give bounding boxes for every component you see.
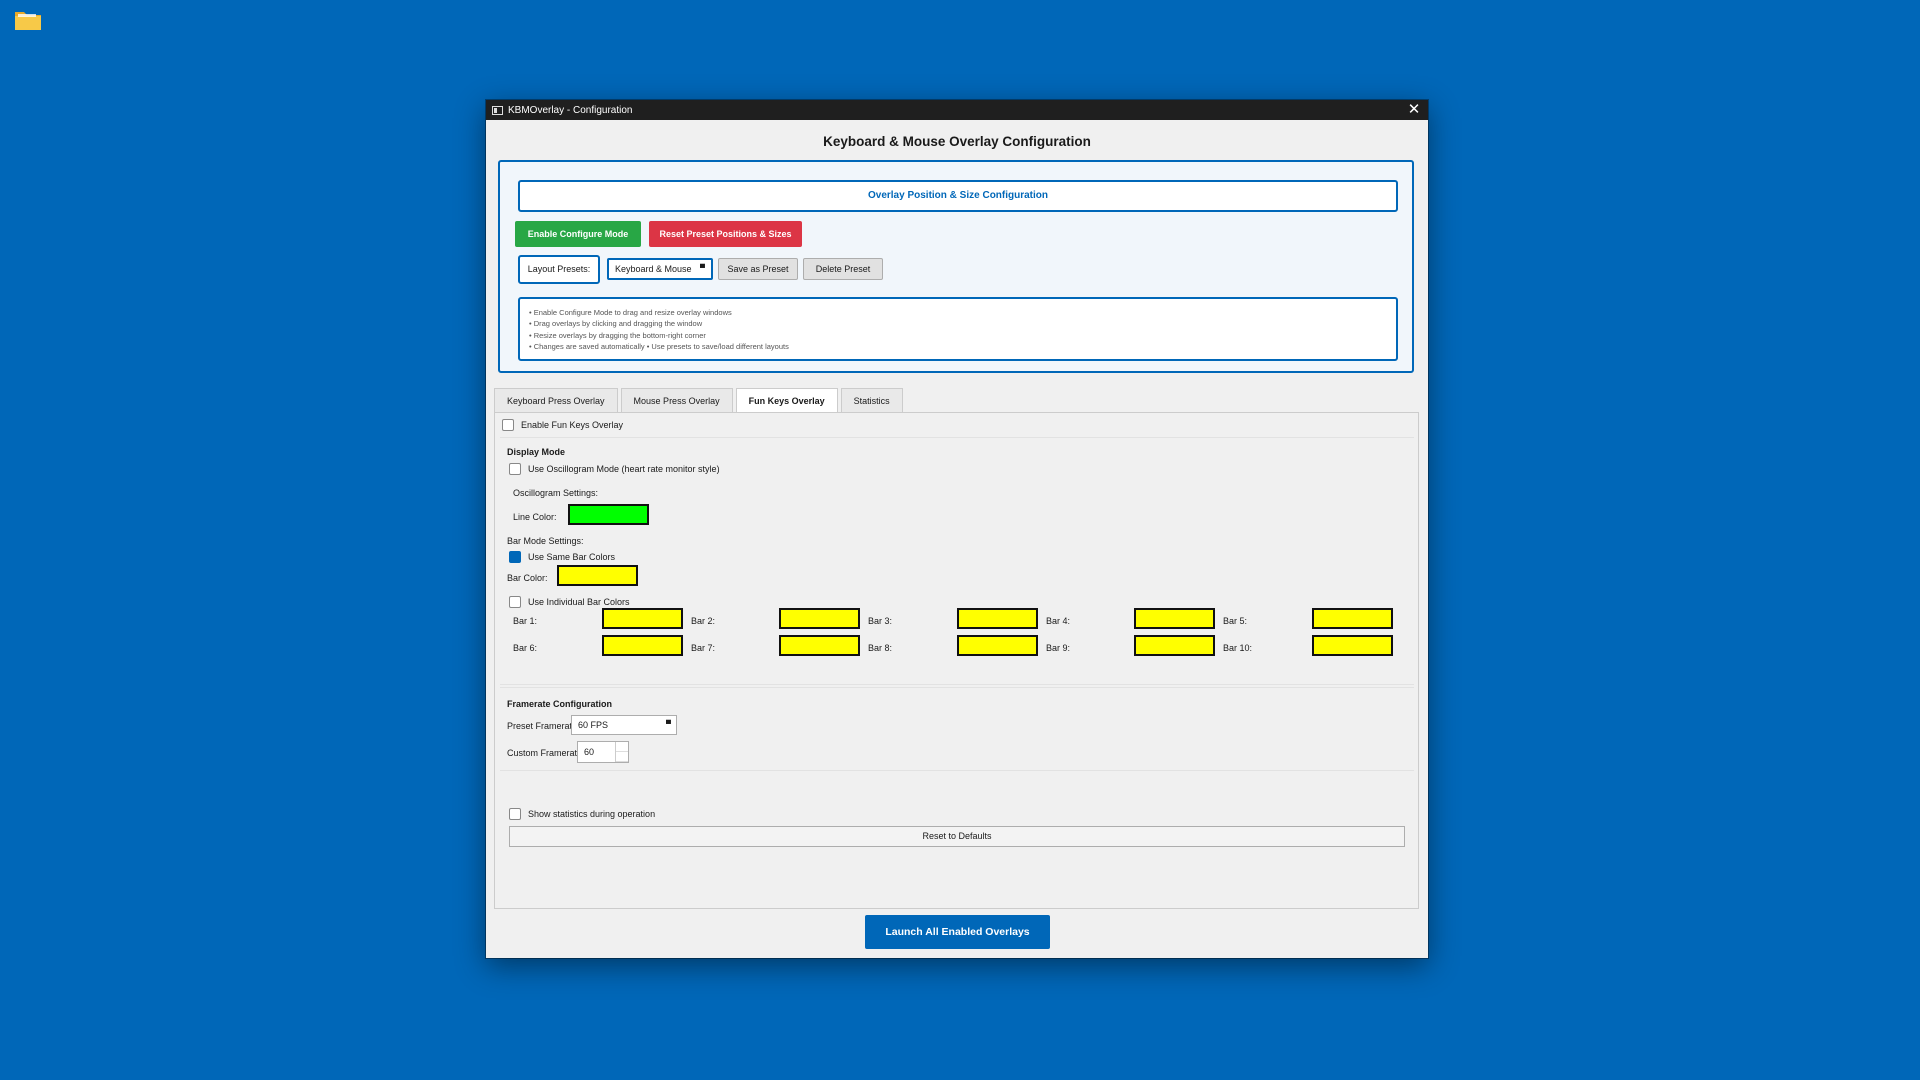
page-title: Keyboard & Mouse Overlay Configuration [823,134,1091,149]
bar-7-label: Bar 7: [691,643,716,653]
app-icon [492,105,503,115]
window-title: KBMOverlay - Configuration [508,104,633,116]
display-mode-section: Display Mode Use Oscillogram Mode (heart… [500,437,1414,685]
delete-preset-button[interactable]: Delete Preset [803,258,883,280]
tab-mouse-press-overlay[interactable]: Mouse Press Overlay [620,388,733,412]
same-bar-colors-checkbox[interactable] [509,551,521,563]
custom-framerate-label: Custom Framerate: [507,748,585,758]
bar-1-label: Bar 1: [513,616,538,626]
tab-fun-keys-overlay[interactable]: Fun Keys Overlay [735,388,838,413]
tab-keyboard-press-overlay[interactable]: Keyboard Press Overlay [494,388,618,412]
oscillogram-mode-checkbox[interactable] [509,463,521,475]
position-config-panel: Overlay Position & Size Configuration En… [498,160,1414,373]
bar-4-color-swatch[interactable] [1134,608,1215,629]
preset-framerate-value: 60 FPS [578,720,609,730]
bar-9-label: Bar 9: [1046,643,1071,653]
custom-framerate-value: 60 [584,747,595,757]
help-line: • Resize overlays by dragging the bottom… [529,330,706,340]
dropdown-arrow-icon: ▀ [700,265,705,272]
help-line: • Enable Configure Mode to drag and resi… [529,308,732,317]
display-mode-heading: Display Mode [507,447,566,457]
tab-statistics[interactable]: Statistics [840,388,903,412]
fun-keys-panel: Enable Fun Keys Overlay Display Mode Use… [494,412,1419,909]
individual-bar-colors-label: Use Individual Bar Colors [528,597,630,607]
custom-framerate-spinbox[interactable]: 60 [577,741,629,763]
bar-color-swatch[interactable] [557,565,638,586]
framerate-section: Framerate Configuration Preset Framerate… [500,687,1414,771]
line-color-swatch[interactable] [568,504,649,525]
reset-to-defaults-button[interactable]: Reset to Defaults [509,826,1405,847]
framerate-heading: Framerate Configuration [507,699,613,709]
spin-buttons[interactable] [615,742,628,762]
show-statistics-label: Show statistics during operation [528,809,656,819]
layout-preset-value: Keyboard & Mouse [615,264,692,274]
individual-bar-colors-row[interactable]: Use Individual Bar Colors [509,596,630,608]
bar-7-color-swatch[interactable] [779,635,860,656]
folder-icon[interactable] [14,8,42,32]
show-statistics-row[interactable]: Show statistics during operation [509,808,655,820]
bar-color-label: Bar Color: [507,573,548,583]
reset-preset-positions-button[interactable]: Reset Preset Positions & Sizes [649,221,802,247]
bar-3-label: Bar 3: [868,616,893,626]
enable-fun-keys-checkbox[interactable] [502,419,514,431]
bar-5-label: Bar 5: [1223,616,1248,626]
bar-9-color-swatch[interactable] [1134,635,1215,656]
configure-help-box: • Enable Configure Mode to drag and resi… [518,297,1398,361]
help-line: • Drag overlays by clicking and dragging… [529,319,703,329]
help-line: • Changes are saved automatically • Use … [529,342,789,352]
bar-10-label: Bar 10: [1223,643,1253,653]
bar-6-color-swatch[interactable] [602,635,683,656]
show-statistics-checkbox[interactable] [509,808,521,820]
layout-preset-dropdown[interactable]: Keyboard & Mouse ▀ [607,258,713,280]
bar-1-color-swatch[interactable] [602,608,683,629]
individual-bar-colors-checkbox[interactable] [509,596,521,608]
bar-2-label: Bar 2: [691,616,716,626]
enable-fun-keys-row[interactable]: Enable Fun Keys Overlay [502,419,623,431]
layout-presets-label: Layout Presets: [518,255,600,284]
bar-2-color-swatch[interactable] [779,608,860,629]
position-config-title: Overlay Position & Size Configuration [518,180,1398,212]
launch-all-overlays-button[interactable]: Launch All Enabled Overlays [865,915,1050,949]
save-as-preset-button[interactable]: Save as Preset [718,258,798,280]
oscillogram-settings-label: Oscillogram Settings: [513,488,599,498]
preset-framerate-label: Preset Framerate: [507,721,580,731]
enable-fun-keys-label: Enable Fun Keys Overlay [521,420,624,430]
oscillogram-mode-label: Use Oscillogram Mode (heart rate monitor… [528,464,720,474]
dropdown-arrow-icon: ▀ [666,721,671,728]
overlay-tabs: Keyboard Press Overlay Mouse Press Overl… [494,388,906,413]
close-icon[interactable]: ✕ [1406,101,1422,119]
preset-framerate-dropdown[interactable]: 60 FPS ▀ [571,715,677,735]
bar-8-label: Bar 8: [868,643,893,653]
oscillogram-mode-row[interactable]: Use Oscillogram Mode (heart rate monitor… [509,463,720,475]
bar-10-color-swatch[interactable] [1312,635,1393,656]
bar-3-color-swatch[interactable] [957,608,1038,629]
bar-8-color-swatch[interactable] [957,635,1038,656]
bar-mode-settings-label: Bar Mode Settings: [507,536,584,546]
title-bar: KBMOverlay - Configuration ✕ [486,100,1428,120]
bar-4-label: Bar 4: [1046,616,1071,626]
same-bar-colors-row[interactable]: Use Same Bar Colors [509,551,615,563]
bar-5-color-swatch[interactable] [1312,608,1393,629]
config-window: KBMOverlay - Configuration ✕ Keyboard & … [486,100,1428,958]
bar-6-label: Bar 6: [513,643,538,653]
enable-configure-mode-button[interactable]: Enable Configure Mode [515,221,641,247]
same-bar-colors-label: Use Same Bar Colors [528,552,616,562]
line-color-label: Line Color: [513,512,557,522]
